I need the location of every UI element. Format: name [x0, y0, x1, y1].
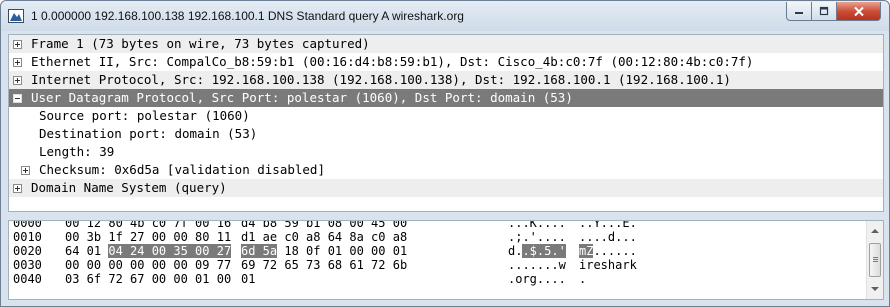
hex-bytes: 03 6f 72 67 00 00 01 00: [65, 272, 232, 286]
packet-detail-window: 1 0.000000 192.168.100.138 192.168.100.1…: [0, 0, 890, 307]
tree-item-dns[interactable]: Domain Name System (query): [9, 179, 883, 197]
hex-ascii: mZ......: [579, 244, 637, 258]
hex-offset: 0000: [13, 220, 42, 230]
hex-bytes-plain: 18 0f 01 00 00 01: [277, 244, 408, 258]
tree-item-ethernet[interactable]: Ethernet II, Src: CompalCo_b8:59:b1 (00:…: [9, 53, 883, 71]
hex-bytes: d4 b8 59 b1 08 00 45 00: [241, 220, 408, 230]
tree-item-label: Internet Protocol, Src: 192.168.100.138 …: [31, 72, 731, 87]
hex-ascii: ....d...: [579, 230, 637, 244]
packet-bytes-pane[interactable]: 0000 00 12 80 4b c0 7f 00 16 d4 b8 59 b1…: [8, 220, 884, 300]
hex-ascii-plain: ......: [593, 244, 637, 258]
close-button[interactable]: [837, 2, 881, 21]
tree-item-label: Destination port: domain (53): [39, 126, 258, 141]
hex-ascii: .......w: [508, 258, 566, 272]
hex-bytes-highlight: 04 24 00 35 00 27: [108, 244, 232, 258]
hex-row: 0000 00 12 80 4b c0 7f 00 16 d4 b8 59 b1…: [9, 220, 864, 230]
wireshark-fin-icon: [8, 9, 24, 23]
tree-item-label: User Datagram Protocol, Src Port: polest…: [31, 90, 573, 105]
hex-ascii: ireshark: [579, 258, 637, 272]
hex-bytes: 00 12 80 4b c0 7f 00 16: [65, 220, 232, 230]
hex-bytes: 6d 5a 18 0f 01 00 00 01: [241, 244, 407, 258]
hex-offset: 0030: [13, 258, 42, 272]
hex-ascii: d..$.5.': [508, 244, 566, 258]
hex-row: 0010 00 3b 1f 27 00 00 80 11 d1 ae c0 a8…: [9, 230, 864, 244]
hex-row: 0030 00 00 00 00 00 00 09 77 69 72 65 73…: [9, 258, 864, 272]
scroll-up-icon[interactable]: [871, 229, 879, 233]
expand-plus-icon[interactable]: [21, 166, 30, 175]
hex-bytes: 01: [241, 272, 256, 286]
hex-bytes: 00 00 00 00 00 00 09 77: [65, 258, 232, 272]
tree-item-length[interactable]: Length: 39: [9, 143, 883, 161]
title-bar[interactable]: 1 0.000000 192.168.100.138 192.168.100.1…: [1, 1, 889, 31]
hex-bytes-plain: 64 01: [65, 244, 109, 258]
pane-splitter[interactable]: [1, 213, 889, 220]
hex-bytes: d1 ae c0 a8 64 8a c0 a8: [241, 230, 408, 244]
tree-item-checksum[interactable]: Checksum: 0x6d5a [validation disabled]: [9, 161, 883, 179]
tree-item-destination-port[interactable]: Destination port: domain (53): [9, 125, 883, 143]
tree-item-frame[interactable]: Frame 1 (73 bytes on wire, 73 bytes capt…: [9, 35, 883, 53]
tree-item-label: Length: 39: [39, 144, 115, 159]
hex-offset: 0010: [13, 230, 42, 244]
tree-item-ip[interactable]: Internet Protocol, Src: 192.168.100.138 …: [9, 71, 883, 89]
maximize-button[interactable]: [812, 2, 837, 21]
hex-offset: 0020: [13, 244, 42, 258]
close-icon: [853, 6, 864, 16]
expand-plus-icon[interactable]: [13, 184, 22, 193]
minimize-icon: [795, 12, 803, 14]
hex-vertical-scrollbar[interactable]: [866, 221, 883, 299]
hex-ascii: .;.'....: [508, 230, 566, 244]
scroll-thumb[interactable]: [869, 243, 881, 277]
hex-bytes: 69 72 65 73 68 61 72 6b: [241, 258, 408, 272]
tree-item-label: Domain Name System (query): [31, 180, 227, 195]
hex-bytes: 00 3b 1f 27 00 00 80 11: [65, 230, 232, 244]
tree-item-label: Checksum: 0x6d5a [validation disabled]: [39, 162, 325, 177]
caption-buttons: [786, 2, 881, 21]
tree-item-label: Frame 1 (73 bytes on wire, 73 bytes capt…: [31, 36, 370, 51]
hex-ascii: .org....: [508, 272, 566, 286]
hex-bytes-highlight: 6d 5a: [241, 244, 278, 258]
expand-plus-icon[interactable]: [13, 76, 22, 85]
collapse-minus-icon[interactable]: [13, 94, 22, 103]
window-title: 1 0.000000 192.168.100.138 192.168.100.1…: [31, 9, 464, 23]
minimize-button[interactable]: [786, 2, 812, 21]
expand-plus-icon[interactable]: [13, 58, 22, 67]
hex-ascii-highlight: .$.5.': [522, 244, 566, 258]
tree-item-label: Source port: polestar (1060): [39, 108, 250, 123]
expand-plus-icon[interactable]: [13, 40, 22, 49]
hex-ascii: ...K....: [508, 220, 566, 230]
maximize-icon: [819, 6, 829, 16]
hex-ascii-highlight: mZ: [579, 244, 594, 258]
hex-ascii-plain: d.: [508, 244, 523, 258]
hex-ascii: ..Y...E.: [579, 220, 637, 230]
scroll-down-icon[interactable]: [871, 287, 879, 291]
packet-details-tree[interactable]: Frame 1 (73 bytes on wire, 73 bytes capt…: [8, 34, 884, 212]
hex-offset: 0040: [13, 272, 42, 286]
hex-ascii: .: [579, 272, 587, 286]
hex-row-selected: 0020 64 01 04 24 00 35 00 27 6d 5a 18 0f…: [9, 244, 864, 258]
hex-row: 0040 03 6f 72 67 00 00 01 00 01 .org....…: [9, 272, 864, 286]
tree-item-label: Ethernet II, Src: CompalCo_b8:59:b1 (00:…: [31, 54, 754, 69]
tree-item-udp[interactable]: User Datagram Protocol, Src Port: polest…: [9, 89, 883, 107]
hex-bytes: 64 01 04 24 00 35 00 27: [65, 244, 232, 258]
tree-item-source-port[interactable]: Source port: polestar (1060): [9, 107, 883, 125]
